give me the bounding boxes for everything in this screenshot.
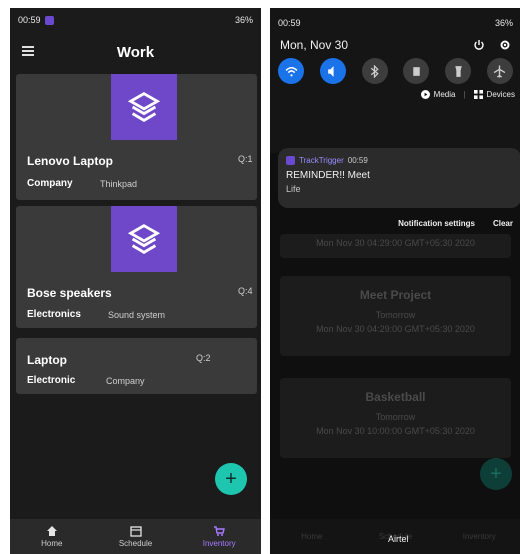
notification-card[interactable]: TrackTrigger 00:59 REMINDER!! Meet Life: [278, 148, 520, 208]
wifi-icon: [285, 66, 297, 76]
notification-shade-screen: 00:59 36% Mon, Nov 30 Media | Devices Tr…: [270, 8, 520, 554]
status-bar: 00:59 36%: [270, 8, 520, 32]
inventory-card[interactable]: Laptop Q:2 Electronic Company: [16, 338, 257, 394]
quick-toggles: [270, 58, 520, 84]
status-time: 00:59: [18, 15, 41, 25]
event-date: Mon Nov 30 10:00:00 GMT+05:30 2020: [316, 426, 475, 436]
media-label: Media: [433, 90, 456, 99]
event-date: Mon Nov 30 04:29:00 GMT+05:30 2020: [316, 324, 475, 334]
item-qty: Q:1: [238, 154, 253, 164]
lock-rotation-icon: [413, 66, 420, 76]
page-title: Work: [116, 43, 155, 61]
event-when: Tomorrow: [375, 310, 416, 320]
menu-icon[interactable]: [22, 46, 34, 56]
flashlight-toggle[interactable]: [445, 58, 472, 84]
event-card: Basketball Tomorrow Mon Nov 30 10:00:00 …: [280, 378, 511, 458]
power-icon[interactable]: [473, 39, 485, 51]
devices-label: Devices: [486, 90, 515, 99]
item-qty: Q:2: [196, 353, 211, 363]
media-button[interactable]: Media: [420, 90, 456, 99]
nav-home: Home: [301, 532, 323, 541]
notification-app-name: TrackTrigger: [299, 156, 344, 165]
battery-text: 36%: [494, 18, 513, 28]
battery-text: 36%: [234, 15, 253, 25]
item-desc: Thinkpad: [100, 179, 138, 189]
inventory-screen: 00:59 36% Work Lenovo Laptop Q:1 Company…: [10, 8, 261, 554]
bluetooth-icon: [370, 64, 379, 78]
mute-icon: [328, 65, 334, 77]
status-bar: 00:59 36%: [10, 8, 261, 32]
status-time: 00:59: [278, 18, 301, 28]
item-desc: Company: [106, 376, 145, 386]
airplane-icon: [494, 65, 506, 78]
clear-button[interactable]: Clear: [493, 219, 513, 228]
item-qty: Q:4: [238, 286, 253, 296]
item-category: Company: [27, 178, 73, 189]
add-event-button-dimmed: +: [480, 458, 512, 490]
sound-toggle[interactable]: [319, 58, 346, 84]
nav-inventory: Inventory: [462, 532, 496, 541]
rotation-toggle[interactable]: [403, 58, 430, 84]
cart-icon: [214, 526, 226, 536]
event-when: Tomorrow: [375, 412, 416, 422]
calendar-icon: [129, 526, 142, 537]
event-card: Meet Project Tomorrow Mon Nov 30 04:29:0…: [280, 276, 511, 356]
play-icon: [420, 90, 430, 99]
gear-icon[interactable]: [499, 39, 511, 51]
event-title: Basketball: [365, 390, 426, 404]
item-category: Electronics: [27, 309, 81, 320]
event-title: Meet Project: [359, 288, 432, 302]
nav-inventory-label: Inventory: [202, 539, 236, 548]
flashlight-icon: [454, 65, 462, 77]
date-label: Mon, Nov 30: [280, 38, 349, 52]
nav-schedule[interactable]: Schedule: [94, 519, 178, 554]
item-desc: Sound system: [108, 310, 166, 320]
app-bar: Work: [10, 32, 261, 72]
quick-settings-panel: 00:59 36% Mon, Nov 30 Media | Devices: [270, 8, 520, 153]
home-icon: [46, 526, 57, 536]
nav-inventory[interactable]: Inventory: [177, 519, 261, 554]
item-name: Bose speakers: [27, 286, 112, 300]
item-category: Electronic: [27, 375, 76, 386]
wifi-toggle[interactable]: [278, 58, 304, 84]
devices-grid-icon: [473, 90, 483, 99]
app-badge-icon: [286, 156, 295, 165]
nav-home[interactable]: Home: [10, 519, 94, 554]
inventory-card[interactable]: Lenovo Laptop Q:1 Company Thinkpad: [16, 74, 257, 200]
nav-schedule-label: Schedule: [118, 539, 153, 548]
app-badge-icon: [44, 15, 54, 25]
item-name: Laptop: [27, 353, 67, 367]
add-item-button[interactable]: +: [215, 463, 247, 495]
notification-actions: Notification settings Clear: [270, 219, 520, 228]
stack-logo-icon: [111, 206, 177, 272]
nav-home-label: Home: [41, 539, 63, 548]
bottom-nav: Home Schedule Inventory: [10, 519, 261, 554]
bluetooth-toggle[interactable]: [361, 58, 388, 84]
notification-time: 00:59: [347, 156, 368, 165]
airplane-toggle[interactable]: [486, 58, 513, 84]
media-devices-row: Media | Devices: [270, 90, 520, 99]
devices-button[interactable]: Devices: [473, 90, 515, 99]
notification-settings-button[interactable]: Notification settings: [398, 219, 475, 228]
notification-text: Life: [286, 184, 301, 194]
item-name: Lenovo Laptop: [27, 154, 113, 168]
stack-logo-icon: [111, 74, 177, 140]
carrier-toast: Airtel: [388, 534, 409, 544]
event-card: Mon Nov 30 04:29:00 GMT+05:30 2020: [280, 234, 511, 258]
inventory-card[interactable]: Bose speakers Q:4 Electronics Sound syst…: [16, 206, 257, 328]
notification-title: REMINDER!! Meet: [286, 170, 370, 181]
event-date: Mon Nov 30 04:29:00 GMT+05:30 2020: [316, 238, 475, 248]
